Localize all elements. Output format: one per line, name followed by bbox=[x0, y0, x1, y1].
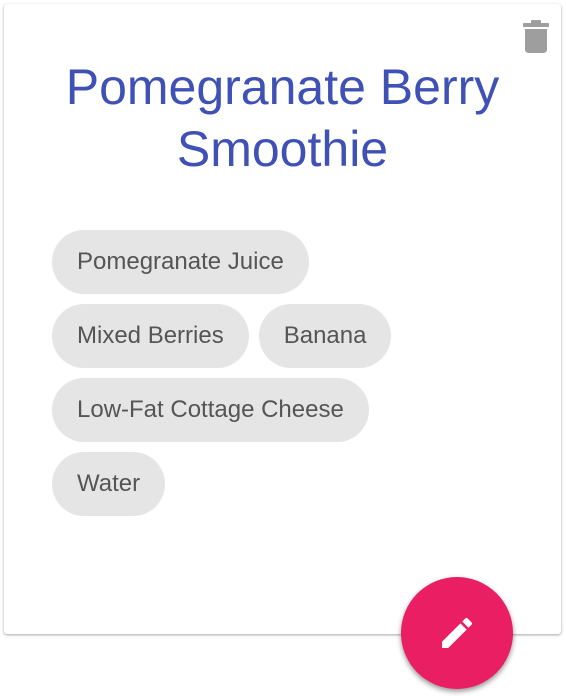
delete-button[interactable] bbox=[518, 16, 554, 56]
ingredient-list: Pomegranate Juice Mixed Berries Banana L… bbox=[52, 230, 472, 516]
trash-icon bbox=[523, 19, 549, 53]
ingredient-chip: Banana bbox=[258, 304, 392, 368]
pencil-icon bbox=[442, 617, 473, 648]
page: Pomegranate Berry Smoothie Pomegranate J… bbox=[0, 0, 566, 696]
edit-button[interactable] bbox=[401, 577, 513, 689]
ingredient-chip: Pomegranate Juice bbox=[52, 230, 309, 294]
recipe-title: Pomegranate Berry Smoothie bbox=[65, 59, 500, 177]
ingredient-chip: Mixed Berries bbox=[52, 304, 249, 368]
recipe-card: Pomegranate Berry Smoothie Pomegranate J… bbox=[4, 4, 561, 634]
ingredient-chip: Low-Fat Cottage Cheese bbox=[52, 378, 369, 442]
ingredient-chip: Water bbox=[52, 452, 166, 516]
